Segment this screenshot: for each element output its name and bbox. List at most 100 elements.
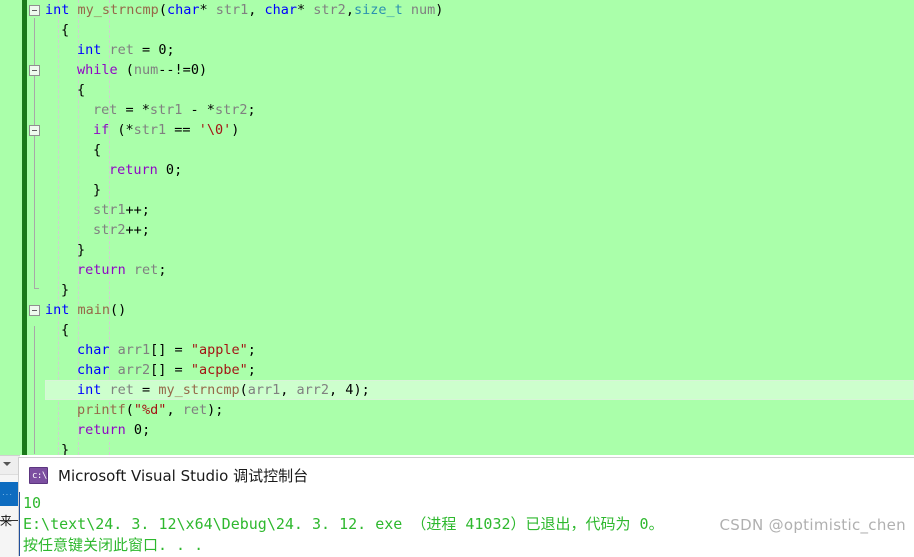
code-line[interactable]: { [45,320,914,340]
console-output-line: 按任意键关闭此窗口. . . [23,536,204,554]
code-line[interactable]: char arr2[] = "acpbe"; [45,360,914,380]
code-token: } [61,442,70,455]
code-token: return [109,162,158,178]
editor-outer-margin [0,0,22,455]
code-token: ; [142,422,151,438]
cmd-prompt-glyph: c:\ [32,470,47,481]
outline-collapse-box-line-7[interactable] [29,125,40,136]
code-token: } [93,182,102,198]
chevron-down-icon[interactable] [3,462,11,466]
code-line[interactable]: str2++; [45,220,914,240]
outline-collapse-box-line-1[interactable] [29,5,40,16]
code-token: (* [109,122,134,138]
code-token: main [77,302,111,318]
code-token: , [280,382,297,398]
code-token: ( [125,402,134,418]
code-token: () [110,302,127,318]
code-token: ; [247,362,256,378]
code-token: 0 [165,162,175,178]
console-title-bar[interactable]: c:\ Microsoft Visual Studio 调试控制台 [19,458,914,492]
code-token: printf [77,402,126,418]
code-token: int [45,302,70,318]
row-dots: ··· [2,490,13,499]
panel-row-strike [0,520,20,521]
code-token: arr1 [247,382,281,398]
outline-guide-end [34,288,39,289]
code-token: int [45,2,70,18]
code-token: ; [158,262,167,278]
code-line[interactable]: return 0; [45,420,914,440]
code-line[interactable]: } [45,440,914,455]
code-token: [] = [150,362,191,378]
code-token: * [297,2,314,18]
code-token: '\0' [198,122,232,138]
code-token: str1 [133,122,167,138]
code-line[interactable]: { [45,80,914,100]
code-token: "%d" [133,402,167,418]
code-token: ret [109,382,134,398]
code-token: ) [198,62,208,78]
code-line[interactable]: str1++; [45,200,914,220]
code-token: ret [93,102,118,118]
outline-collapse-box-line-4[interactable] [29,65,40,76]
code-line[interactable]: printf("%d", ret); [45,400,914,420]
code-line[interactable]: } [45,240,914,260]
code-line[interactable]: int ret = my_strncmp(arr1, arr2, 4); [45,380,914,400]
code-token: ( [117,62,134,78]
code-token: char [77,342,110,358]
code-line[interactable]: char arr1[] = "apple"; [45,340,914,360]
code-line[interactable]: ret = *str1 - *str2; [45,100,914,120]
code-token: = * [117,102,150,118]
outline-collapse-box-line-16[interactable] [29,305,40,316]
code-token: ; [166,42,175,58]
console-output-area[interactable]: 10 E:\text\24. 3. 12\x64\Debug\24. 3. 12… [19,492,914,556]
code-token: { [93,142,102,158]
code-token: ; [247,102,256,118]
code-token: - * [182,102,215,118]
panel-toolbar-fragment[interactable] [0,456,20,475]
code-token: = [133,382,159,398]
code-token: arr1 [117,342,151,358]
console-title: Microsoft Visual Studio 调试控制台 [58,466,309,485]
code-line[interactable]: { [45,140,914,160]
console-output-line: E:\text\24. 3. 12\x64\Debug\24. 3. 12. e… [23,515,664,533]
code-text-area[interactable]: int my_strncmp(char* str1, char* str2,si… [45,0,914,455]
code-line[interactable]: int main() [45,300,914,320]
code-token: str1 [215,2,249,18]
console-output-line: 10 [23,494,42,512]
code-token: ++; [125,202,150,218]
code-line[interactable]: return ret; [45,260,914,280]
code-token: size_t [353,2,403,18]
code-token: { [61,322,70,338]
code-token: [] = [150,342,191,358]
code-editor[interactable]: int my_strncmp(char* str1, char* str2,si… [0,0,914,455]
code-line[interactable]: { [45,20,914,40]
code-token: , [248,2,265,18]
code-line[interactable]: while (num--!=0) [45,60,914,80]
code-token: } [61,282,70,298]
code-line[interactable]: return 0; [45,160,914,180]
code-line[interactable]: } [45,180,914,200]
code-token: "acpbe" [190,362,248,378]
debug-console-window[interactable]: c:\ Microsoft Visual Studio 调试控制台 10 E:\… [18,457,914,556]
code-token: str2 [313,2,346,18]
code-token: return [77,422,126,438]
code-token: = [133,42,159,58]
code-token: , [329,382,346,398]
code-token: } [77,242,86,258]
code-token: str2 [93,222,126,238]
code-token: char [77,362,110,378]
cmd-prompt-icon: c:\ [29,466,48,484]
code-token: ret [109,42,134,58]
code-line[interactable]: int ret = 0; [45,40,914,60]
code-line[interactable]: if (*str1 == '\0') [45,120,914,140]
code-token: 0 [190,62,199,78]
panel-selected-row[interactable]: ··· [0,482,20,506]
code-token: == [166,122,199,138]
code-token: while [77,62,118,78]
code-line[interactable]: } [45,280,914,300]
code-line[interactable]: int my_strncmp(char* str1, char* str2,si… [45,0,914,20]
